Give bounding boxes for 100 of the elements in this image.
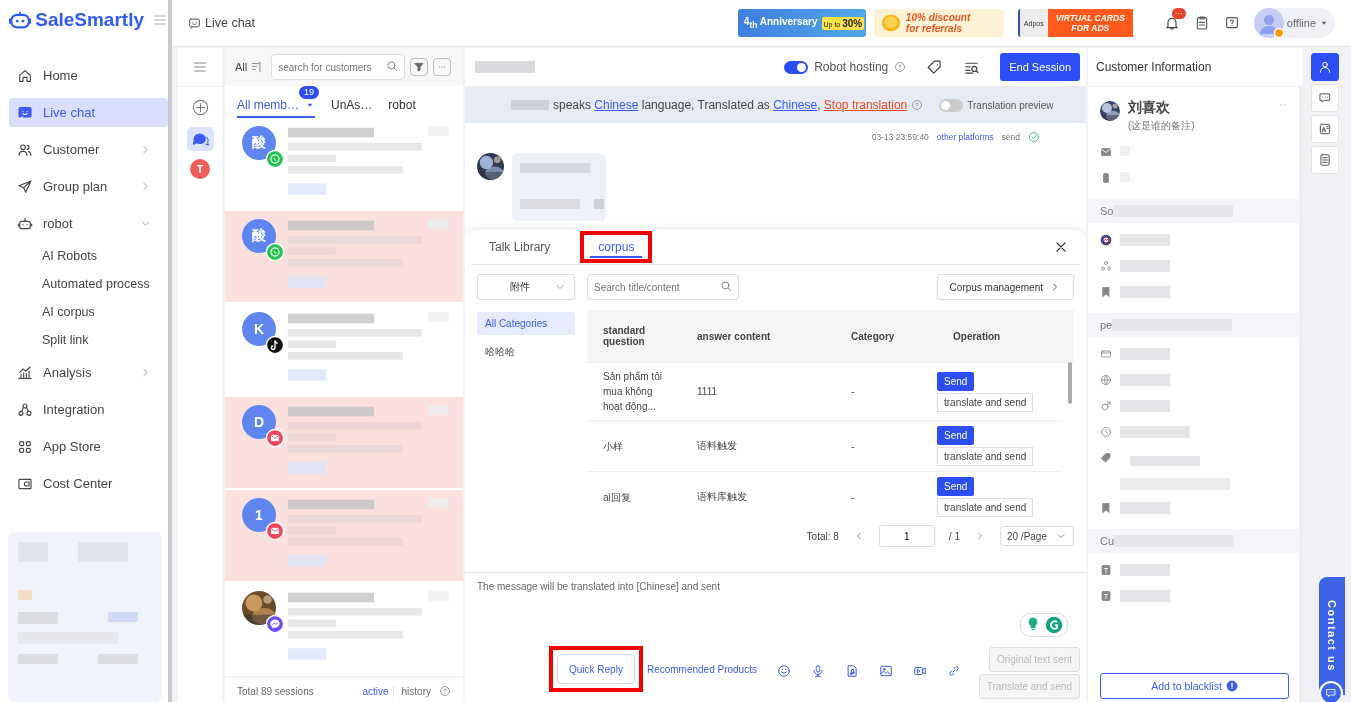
video-camera-icon[interactable] [912,664,927,678]
type-dropdown[interactable]: 附件 [477,274,575,300]
nav-subitem[interactable]: Split link [9,326,168,354]
card-icon [1100,348,1112,360]
send-button[interactable]: Send [937,371,975,391]
customer-name: 刘喜欢 [1128,99,1171,117]
microphone-icon[interactable] [810,664,825,678]
search-field[interactable]: Search title/content [587,274,739,300]
banner-text: 10% discount for referrals [905,12,971,34]
phone-icon [1100,172,1112,184]
popup-tab[interactable]: Talk Library [489,230,551,264]
contact-us-tab[interactable]: Contact us [1319,577,1345,695]
search-field[interactable]: search for customers [271,54,406,80]
filter-label[interactable]: All [235,61,248,73]
language-link[interactable]: Chinese [594,98,639,112]
check-circle-icon [1028,131,1040,143]
network-icon [1100,260,1112,272]
corpus-management-button[interactable]: Corpus management [936,274,1074,300]
customer-avatar: 酸 [242,219,276,253]
rail-button[interactable] [186,127,214,151]
customer-avatar: 酸 [242,126,276,160]
nav-item[interactable]: Cost Center [9,469,168,498]
toggle-switch[interactable] [939,98,964,112]
image-icon[interactable] [878,664,893,678]
table-cell-text: - [850,386,856,397]
session-total: Total 89 sessions [237,685,314,697]
nav-item[interactable]: Analysis [9,358,168,387]
category-item[interactable]: 哈哈哈 [477,339,575,365]
category-item[interactable]: All Categories [477,312,575,335]
mail-icon [266,429,284,447]
list-tab[interactable]: UnAs… [331,98,373,118]
translate-send-button[interactable]: translate and send [937,392,1034,412]
recommended-products-link[interactable]: Recommended Products [646,664,757,675]
paper-plane-icon [17,178,33,195]
customer-avatar: 1 [242,498,276,532]
bell-icon[interactable] [1163,15,1180,31]
lightning-chat-icon [1100,234,1112,246]
send-button[interactable]: Send [937,477,975,496]
translate-send-button[interactable]: translate and send [937,498,1034,517]
toggle-switch[interactable] [784,60,809,74]
table-cell-text: - [850,440,856,452]
stop-translation-link[interactable]: Stop translation [823,98,908,112]
end-session-button[interactable]: End Session [1000,53,1080,81]
nav-subitem[interactable]: AI Robots [9,242,168,270]
message-status: send [1001,132,1020,142]
message-time: 03-13 23:59:40 [871,132,929,142]
add-to-blacklist-button[interactable]: Add to blacklist [1100,673,1289,699]
link-icon[interactable] [946,664,961,678]
page-count: / 1 [948,530,960,542]
list-tab[interactable]: robot [388,98,416,118]
chat-icon [188,16,201,30]
column-header: standard question [602,325,647,347]
session-item[interactable]: D [225,397,463,490]
nav-item[interactable]: robot [9,209,168,238]
mode-link[interactable]: active [358,685,394,697]
nav-subitem[interactable]: Automated process [9,270,168,298]
nav-item[interactable]: Group plan [9,172,168,201]
session-item[interactable]: 酸 [225,118,463,211]
filter-icon [413,61,426,73]
close-icon[interactable] [1054,240,1068,254]
quick-reply-button[interactable]: Quick Reply [557,654,635,684]
nav-item[interactable]: App Store [9,432,168,461]
filter-button[interactable] [410,58,429,76]
user-menu[interactable]: offline [1253,8,1335,38]
clock-icon [1100,426,1112,438]
help-icon[interactable] [1223,15,1240,31]
panel-title: Customer Information [1088,48,1303,87]
message-source: other platforms [936,132,994,142]
agent-avatar[interactable]: T [190,159,210,179]
section-title: So [1100,205,1114,217]
nav-subitem[interactable]: AI corpus [9,298,168,326]
nav-item[interactable]: Live chat [9,98,168,127]
session-item[interactable]: 1 [225,490,463,583]
send-button[interactable]: Send [937,426,975,445]
side-tab[interactable] [1311,53,1339,81]
nav-item[interactable]: Integration [9,395,168,424]
mail-icon [1100,146,1112,158]
count-badge: 19 [299,86,319,99]
mode-link[interactable]: history [397,685,435,697]
tag-icon[interactable] [926,58,944,76]
table-cell-text: 语料触发 [696,439,738,453]
popup-tab[interactable]: corpus [590,236,643,258]
message-icon[interactable] [1325,687,1337,699]
page-size-dropdown[interactable]: 20 /Page [999,526,1074,546]
promo-banner[interactable]: 10% discount for referrals [873,9,1004,37]
table-cell-text: ai回复 [602,490,632,505]
page-input[interactable]: 1 [878,525,935,547]
chat-icon [17,104,33,121]
session-item[interactable]: 酸 [225,211,463,304]
nav-item[interactable]: Home [9,61,168,90]
banner-text: VIRTUAL CARDS FOR ADS [1047,9,1133,37]
robot-icon [17,215,33,232]
document-icon [1318,153,1332,167]
grammar-widget[interactable] [1020,613,1068,637]
nav-item[interactable]: Customer [9,135,168,164]
bookmark-icon [1100,286,1112,298]
blurred-text [1120,426,1190,438]
smiley-icon[interactable] [776,664,791,678]
translate-send-button[interactable]: translate and send [937,447,1034,466]
session-item[interactable]: K [225,304,463,397]
